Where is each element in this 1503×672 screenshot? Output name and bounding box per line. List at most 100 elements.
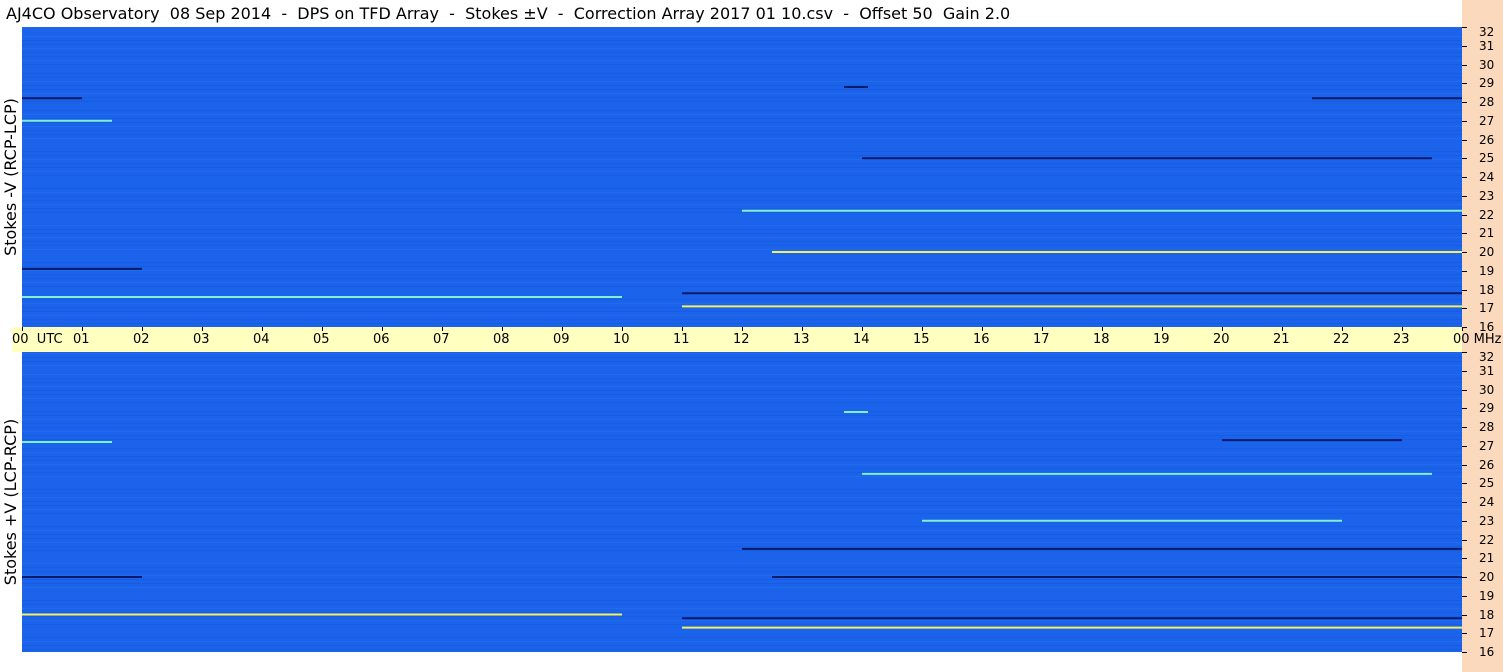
texture-line (22, 357, 1462, 358)
texture-line (22, 138, 1462, 139)
texture-line (22, 398, 1462, 399)
frequency-tick-label: 21 (1479, 226, 1495, 241)
emission-line-dark (682, 617, 1462, 620)
frequency-tick-label: 31 (1479, 363, 1495, 378)
texture-line (22, 624, 1462, 625)
time-tick-mark (1102, 327, 1103, 331)
texture-line (22, 126, 1462, 127)
frequency-tick-label: 17 (1479, 626, 1495, 641)
frequency-tick-mark (1462, 289, 1467, 291)
texture-line (22, 501, 1462, 502)
texture-line (22, 608, 1462, 609)
emission-line-bright (862, 472, 1432, 475)
texture-line (22, 233, 1462, 234)
frequency-tick-label: 26 (1479, 132, 1495, 147)
texture-line (22, 204, 1462, 205)
time-tick-mark (82, 327, 83, 331)
texture-line (22, 583, 1462, 584)
texture-line (22, 323, 1462, 324)
texture-line (22, 225, 1462, 226)
texture-line (22, 382, 1462, 383)
texture-line (22, 56, 1462, 57)
frequency-tick-mark (1462, 64, 1467, 66)
texture-line (22, 270, 1462, 271)
time-tick-mark (622, 327, 623, 331)
texture-line (22, 212, 1462, 213)
emission-line-dark (772, 576, 1462, 578)
texture-line (22, 472, 1462, 473)
texture-line (22, 286, 1462, 287)
frequency-tick-label: 22 (1479, 532, 1495, 547)
frequency-tick-mark (1462, 408, 1467, 410)
frequency-tick-label: 32 (1479, 350, 1495, 364)
frequency-tick-mark (1462, 308, 1467, 310)
texture-line (22, 637, 1462, 638)
frequency-tick-label: 17 (1479, 301, 1495, 316)
emission-line-bright (742, 209, 1462, 212)
emission-line-dark (1222, 439, 1402, 442)
time-tick-mark (682, 327, 683, 331)
frequency-tick-mark (1462, 427, 1467, 428)
time-tick-mark (22, 327, 23, 331)
texture-line (22, 460, 1462, 461)
bottom-panel-ylabel: Stokes +V (LCP-RCP) (1, 418, 20, 586)
frequency-tick-mark (1462, 120, 1467, 122)
time-tick-mark (862, 327, 863, 331)
emission-line-bright (22, 441, 112, 443)
frequency-tick-mark (1462, 652, 1467, 653)
texture-line (22, 526, 1462, 527)
texture-line (22, 571, 1462, 572)
texture-line (22, 245, 1462, 246)
frequency-tick-label: 16 (1479, 645, 1495, 659)
frequency-tick-mark (1462, 327, 1467, 328)
texture-line (22, 645, 1462, 646)
spectrogram-top (22, 27, 1462, 327)
texture-line (22, 402, 1462, 403)
texture-line (22, 118, 1462, 119)
texture-line (22, 278, 1462, 279)
emission-line-dark (844, 86, 868, 88)
time-tick-mark (1162, 327, 1163, 331)
frequency-tick-label: 28 (1479, 420, 1495, 434)
emission-line-hot (682, 626, 1462, 629)
time-tick-mark (502, 327, 503, 331)
texture-line (22, 167, 1462, 168)
texture-line (22, 604, 1462, 605)
frequency-tick-mark (1462, 539, 1467, 541)
frequency-tick-label: 19 (1479, 588, 1495, 603)
texture-line (22, 353, 1462, 354)
emission-line-hot (682, 305, 1462, 308)
texture-line (22, 538, 1462, 539)
frequency-tick-label: 18 (1479, 607, 1495, 622)
texture-line (22, 262, 1462, 263)
frequency-tick-mark (1462, 614, 1467, 616)
texture-line (22, 493, 1462, 494)
emission-line-dark (22, 576, 142, 578)
emission-line-dark (22, 97, 82, 100)
frequency-tick-label: 19 (1479, 263, 1495, 278)
texture-line (22, 575, 1462, 576)
texture-line (22, 612, 1462, 613)
texture-line (22, 476, 1462, 477)
time-tick-mark (142, 327, 143, 331)
frequency-tick-label: 28 (1479, 95, 1495, 109)
texture-line (22, 40, 1462, 41)
time-tick-mark (1402, 327, 1403, 331)
texture-line (22, 649, 1462, 650)
spectrogram-bottom-svg (22, 352, 1462, 652)
texture-line (22, 44, 1462, 45)
frequency-tick-label: 31 (1479, 38, 1495, 53)
emission-line-dark (22, 267, 142, 270)
time-tick-mark (1282, 327, 1283, 331)
frequency-tick-mark (1462, 633, 1467, 635)
frequency-tick-mark (1462, 45, 1467, 47)
frequency-tick-label: 20 (1479, 245, 1495, 259)
time-tick-mark (442, 327, 443, 331)
texture-line (22, 299, 1462, 300)
frequency-tick-mark (1462, 389, 1467, 391)
emission-line-hot (772, 251, 1462, 253)
frequency-tick-mark (1462, 195, 1467, 197)
texture-line (22, 151, 1462, 152)
spectrogram-bottom (22, 352, 1462, 652)
time-tick-mark (1042, 327, 1043, 331)
